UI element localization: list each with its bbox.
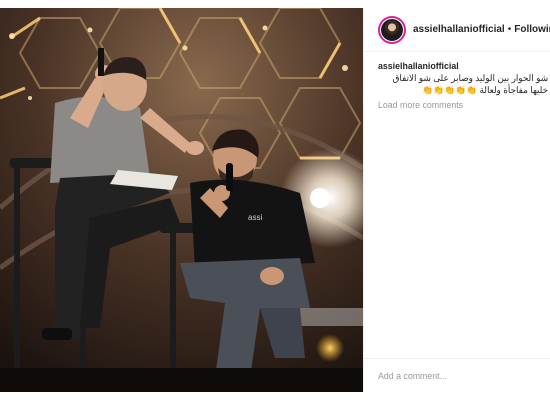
shirt-print: assi	[248, 213, 262, 222]
caption-text: شو الحوار بين الوليد وصابر على شو الاتفا…	[392, 73, 548, 95]
post-caption: assielhallaniofficial شو الحوار بين الول…	[378, 60, 548, 96]
instagram-post: assi assielhallaniofficial • Following a…	[0, 0, 550, 400]
post-side-panel: assielhallaniofficial • Following assiel…	[363, 8, 550, 392]
header-username[interactable]: assielhallaniofficial	[413, 24, 505, 35]
post-photo[interactable]: assi	[0, 8, 363, 392]
caption-username[interactable]: assielhallaniofficial	[378, 61, 459, 71]
load-more-comments-link[interactable]: Load more comments	[378, 100, 463, 110]
concert-photo: assi	[0, 8, 363, 392]
comment-bar	[364, 358, 550, 392]
following-button[interactable]: Following	[514, 24, 550, 35]
avatar[interactable]	[378, 15, 406, 44]
header-separator: •	[507, 24, 512, 35]
post-header: assielhallaniofficial • Following	[364, 8, 550, 52]
add-comment-input[interactable]	[378, 370, 538, 381]
avatar-image	[381, 18, 403, 41]
